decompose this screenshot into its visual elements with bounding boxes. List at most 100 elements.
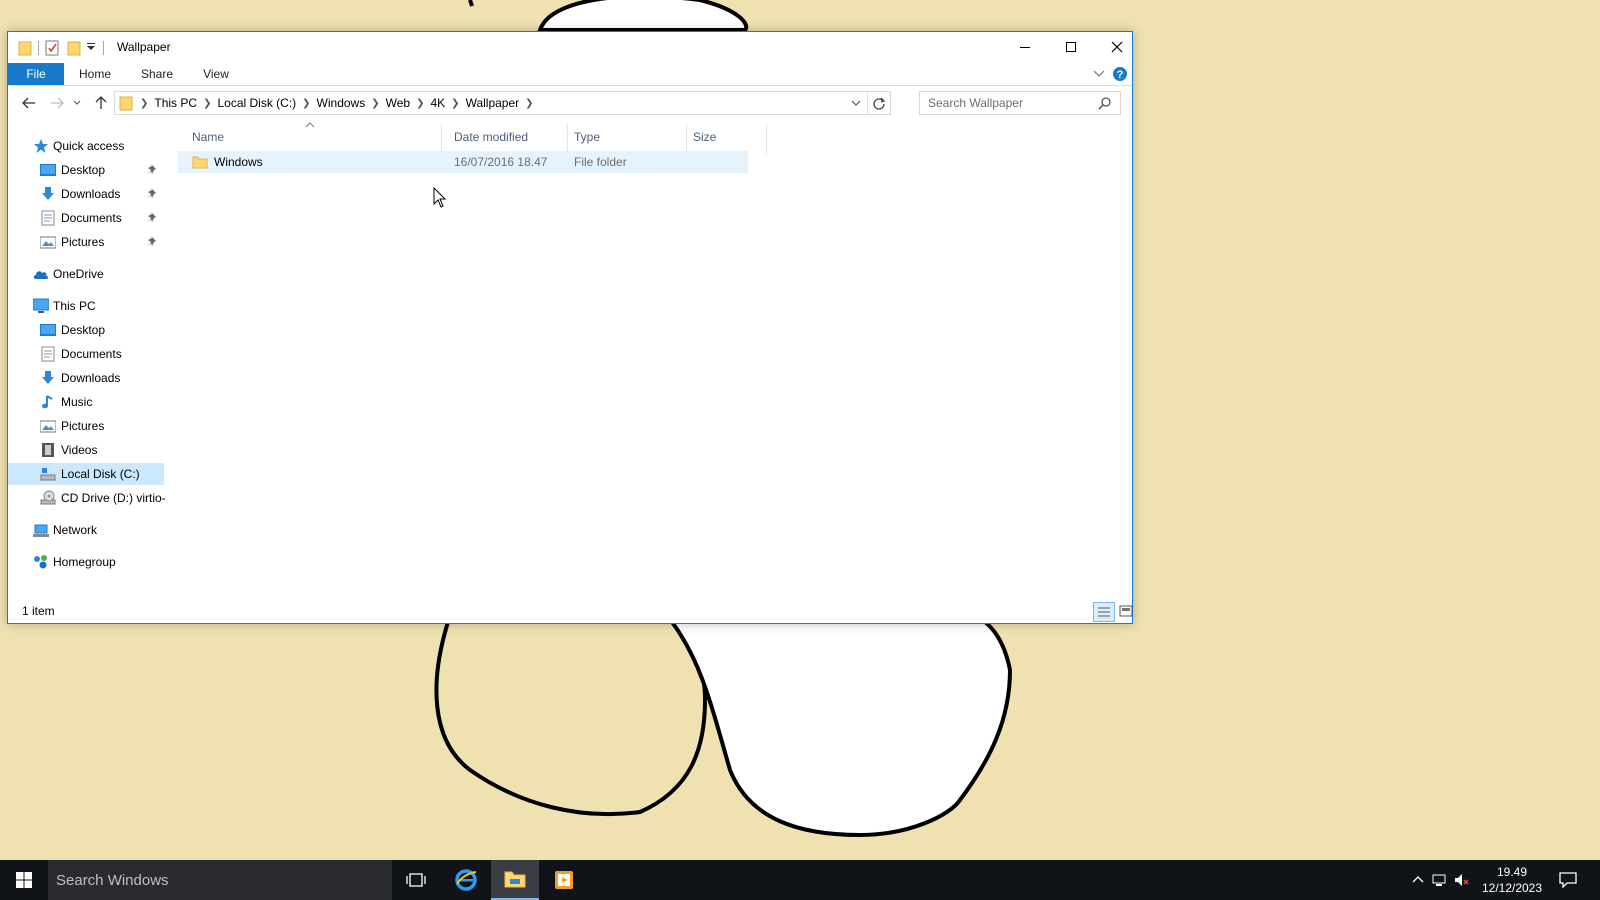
taskbar-search-box[interactable]: Search Windows: [48, 860, 392, 900]
nav-pc-documents[interactable]: Documents: [8, 343, 164, 365]
sort-ascending-icon: [305, 122, 315, 128]
breadcrumb-web[interactable]: Web: [383, 96, 413, 110]
mouse-cursor-icon: [433, 187, 447, 208]
column-divider[interactable]: [766, 124, 767, 154]
breadcrumb-this-pc[interactable]: This PC: [151, 96, 200, 110]
nav-label: Downloads: [61, 187, 121, 201]
nav-pc-music[interactable]: Music: [8, 391, 164, 413]
nav-homegroup[interactable]: Homegroup: [8, 551, 164, 573]
nav-quick-desktop[interactable]: Desktop: [8, 159, 164, 181]
chevron-down-icon[interactable]: [851, 100, 861, 107]
nav-pc-downloads[interactable]: Downloads: [8, 367, 164, 389]
nav-pc-desktop[interactable]: Desktop: [8, 319, 164, 341]
file-list: Name Date modified Type Size Windows 16/…: [178, 122, 1128, 592]
maximize-icon: [1066, 42, 1076, 52]
internet-explorer-icon: [455, 869, 477, 891]
desktop-icon: [40, 324, 56, 336]
column-header-date[interactable]: Date modified: [454, 130, 528, 148]
tab-home[interactable]: Home: [70, 63, 120, 85]
column-divider[interactable]: [567, 124, 568, 154]
help-icon[interactable]: ?: [1112, 66, 1128, 82]
cd-drive-icon: [40, 490, 56, 505]
nav-label: Downloads: [61, 371, 121, 385]
taskbar-file-explorer-button[interactable]: [491, 860, 539, 900]
maximize-button[interactable]: [1048, 32, 1094, 62]
refresh-icon[interactable]: [872, 96, 886, 110]
nav-this-pc[interactable]: This PC: [8, 295, 164, 317]
close-button[interactable]: [1094, 32, 1140, 62]
title-bar[interactable]: Wallpaper: [8, 32, 1132, 62]
nav-quick-pictures[interactable]: Pictures: [8, 231, 164, 253]
breadcrumb-separator[interactable]: ❯: [413, 98, 427, 109]
nav-label: Local Disk (C:): [61, 467, 140, 481]
taskbar-media-button[interactable]: [540, 860, 588, 900]
tab-view[interactable]: View: [191, 63, 241, 85]
breadcrumb-separator[interactable]: ❯: [448, 98, 462, 109]
column-header-name[interactable]: Name: [192, 130, 224, 148]
pin-icon[interactable]: [147, 235, 159, 247]
quick-access-toolbar: [18, 39, 110, 57]
column-header-size[interactable]: Size: [693, 130, 716, 148]
breadcrumb-local-disk[interactable]: Local Disk (C:): [214, 96, 299, 110]
tab-share[interactable]: Share: [132, 63, 182, 85]
pictures-icon: [40, 236, 56, 249]
task-view-button[interactable]: [392, 860, 440, 900]
nav-network[interactable]: Network: [8, 519, 164, 541]
column-header-type[interactable]: Type: [574, 130, 600, 148]
column-divider[interactable]: [441, 124, 442, 154]
breadcrumb-windows[interactable]: Windows: [314, 96, 369, 110]
chevron-down-icon: [73, 100, 81, 105]
nav-quick-documents[interactable]: Documents: [8, 207, 164, 229]
nav-pc-pictures[interactable]: Pictures: [8, 415, 164, 437]
nav-pc-cd-drive[interactable]: CD Drive (D:) virtio-: [8, 487, 166, 509]
search-icon[interactable]: [1098, 96, 1112, 110]
action-center-button[interactable]: [1548, 860, 1588, 900]
nav-pc-videos[interactable]: Videos: [8, 439, 164, 461]
large-icons-view-button[interactable]: [1116, 602, 1136, 620]
back-button[interactable]: [18, 92, 40, 114]
column-divider[interactable]: [686, 124, 687, 154]
breadcrumb-separator[interactable]: ❯: [368, 98, 382, 109]
breadcrumb-separator[interactable]: ❯: [299, 98, 313, 109]
table-row[interactable]: Windows 16/07/2016 18.47 File folder: [178, 151, 748, 173]
breadcrumb-separator[interactable]: ❯: [522, 98, 536, 109]
chevron-up-icon[interactable]: [1410, 872, 1426, 888]
folder-icon: [192, 156, 208, 169]
chevron-down-icon[interactable]: [85, 40, 97, 56]
nav-quick-access[interactable]: Quick access: [8, 135, 164, 157]
nav-quick-downloads[interactable]: Downloads: [8, 183, 164, 205]
search-placeholder: Search Wallpaper: [928, 96, 1023, 110]
start-button[interactable]: [0, 860, 48, 900]
pin-icon[interactable]: [147, 211, 159, 223]
document-icon: [41, 210, 55, 226]
music-icon: [42, 395, 53, 409]
tab-file[interactable]: File: [8, 63, 64, 85]
address-bar[interactable]: ❯ This PC ❯ Local Disk (C:) ❯ Windows ❯ …: [114, 91, 891, 115]
video-icon: [42, 443, 54, 457]
breadcrumb-separator[interactable]: ❯: [137, 98, 151, 109]
pin-icon[interactable]: [147, 187, 159, 199]
forward-button[interactable]: [46, 92, 68, 114]
recent-locations-button[interactable]: [70, 92, 84, 114]
breadcrumb-separator[interactable]: ❯: [200, 98, 214, 109]
nav-onedrive[interactable]: OneDrive: [8, 263, 164, 285]
up-button[interactable]: [90, 92, 112, 114]
search-input[interactable]: Search Wallpaper: [919, 91, 1121, 115]
minimize-button[interactable]: [1002, 32, 1048, 62]
pin-icon[interactable]: [147, 163, 159, 175]
breadcrumb-wallpaper[interactable]: Wallpaper: [463, 96, 523, 110]
volume-muted-icon[interactable]: [1454, 872, 1470, 888]
system-clock[interactable]: 19.49 12/12/2023: [1476, 864, 1548, 896]
new-folder-icon[interactable]: [67, 40, 81, 56]
expand-ribbon-icon[interactable]: [1093, 69, 1105, 79]
breadcrumb-4k[interactable]: 4K: [427, 96, 448, 110]
details-view-button[interactable]: [1093, 602, 1115, 622]
large-icons-view-icon: [1119, 605, 1133, 617]
nav-label: This PC: [53, 299, 96, 313]
taskbar-edge-button[interactable]: [442, 860, 490, 900]
nav-label: Network: [53, 523, 98, 537]
network-status-icon[interactable]: [1432, 872, 1448, 888]
nav-pc-local-disk[interactable]: Local Disk (C:): [8, 463, 164, 485]
properties-icon[interactable]: [45, 40, 59, 56]
clock-time: 19.49: [1496, 865, 1528, 879]
